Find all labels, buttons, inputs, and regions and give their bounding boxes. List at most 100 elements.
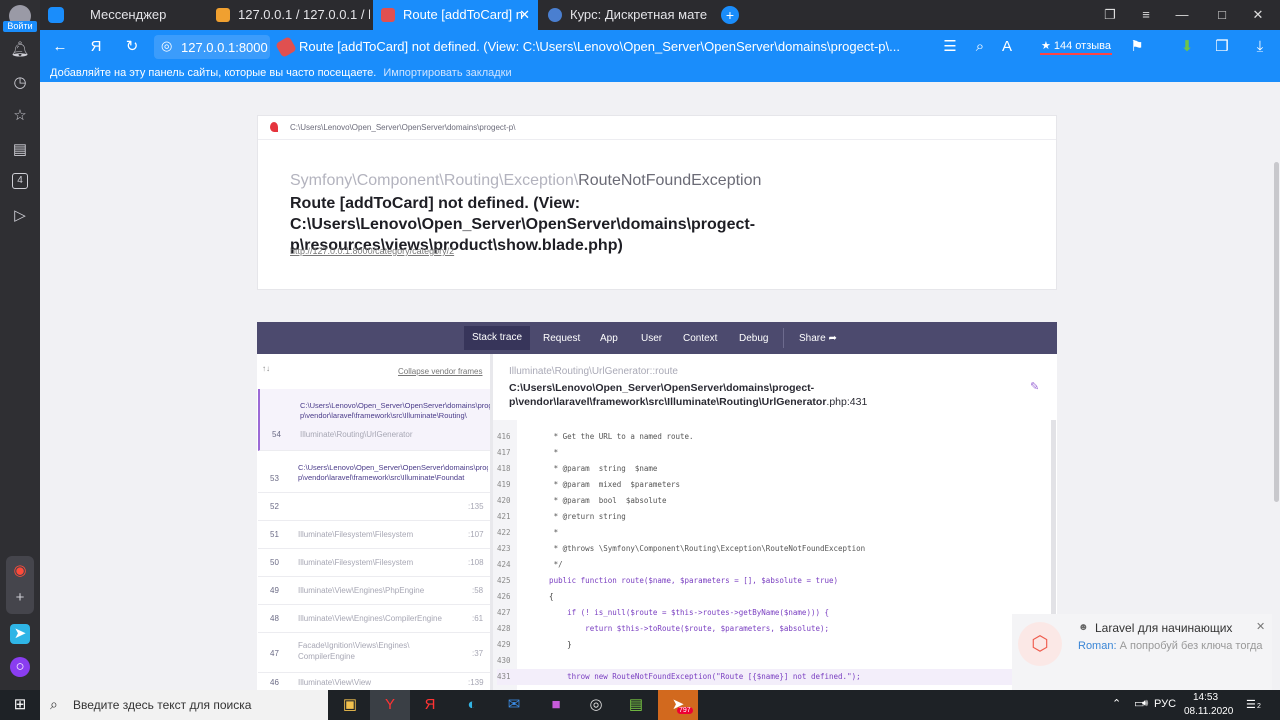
reload-icon[interactable]: ↻ [122,37,142,57]
frame-number: 52 [270,502,279,511]
stack-frame[interactable]: 51 Illuminate\Filesystem\Filesystem :107 [258,521,490,549]
page-title[interactable]: Route [addToCard] not defined. (View: C:… [299,39,919,54]
frame-file-ext: .php:431 [826,396,868,408]
download-manager-icon[interactable]: ⬇ [1177,37,1197,57]
browser-side-rail: Войти 🔔︎ ◷ ☆ ▤ 4 ▷ ◉ + ➤ ○ [0,0,40,690]
frame-number: 53 [270,474,279,483]
history-icon[interactable]: ◷ [10,73,30,93]
frame-number: 48 [270,614,279,623]
sort-arrows-icon[interactable]: ↑↓ [262,364,270,373]
tab-app[interactable]: App [600,329,618,353]
tab-course[interactable]: Курс: Дискретная матема [540,0,708,30]
share-icon: ➦ [828,333,837,344]
file-explorer-icon[interactable]: ▣ [330,690,370,720]
code-line-highlighted: 431 throw new RouteNotFoundException("Ro… [497,669,1049,685]
telegram-icon[interactable]: ➤ [658,690,698,720]
notepad-icon[interactable]: ▤ [616,690,656,720]
clock-date[interactable]: 08.11.2020 [1184,706,1233,717]
maximize-button[interactable]: □ [1204,0,1240,30]
messenger-icon[interactable] [48,7,64,23]
tab-request[interactable]: Request [543,329,580,353]
mail-icon[interactable]: ✉ [494,690,534,720]
stack-frame[interactable]: C:\Users\Lenovo\Open_Server\OpenServer\d… [258,451,490,493]
yandex-app-icon[interactable]: Я [410,690,450,720]
reader-icon[interactable]: ☰ [940,37,960,57]
group-icon: ☻ [1078,622,1089,633]
code-line: 422 * [497,525,1049,541]
openserver-icon[interactable]: ◎ [576,690,616,720]
ignition-icon [381,8,395,22]
maps-pin-icon[interactable]: ◉ [10,561,30,581]
action-center-icon[interactable]: ☰ [1246,698,1256,711]
stack-frame[interactable]: 48 Illuminate\View\Engines\CompilerEngin… [258,605,490,633]
tray-chevron-icon[interactable]: ⌃ [1112,697,1121,710]
collapse-vendor-frames[interactable]: Collapse vendor frames [398,367,482,376]
new-tab-button[interactable]: + [721,6,739,24]
bookmark-icon[interactable]: ⚑ [1127,37,1147,57]
code-text: } [531,640,572,649]
back-arrow-icon[interactable]: ← [50,37,70,57]
yandex-browser-icon[interactable]: Y [370,690,410,720]
page-scrollbar[interactable] [1272,82,1280,690]
search-icon[interactable]: ⌕ [970,37,990,57]
tab-user[interactable]: User [641,329,662,353]
line-number: 416 [497,432,511,441]
windows-start-icon[interactable]: ⊞ [0,690,40,720]
tab-stack-trace[interactable]: Stack trace [464,326,530,350]
play-icon[interactable]: ▷ [10,206,30,226]
browser-menu-icon[interactable]: ≡ [1128,0,1164,30]
add-app-icon[interactable]: + [10,588,30,608]
alice-icon[interactable]: ○ [10,657,30,677]
laravel-course-avatar: ⬡ [1018,622,1062,666]
send-app-icon[interactable]: ➤ [10,624,30,644]
code-text: */ [531,560,563,569]
code-line: 417 * [497,445,1049,461]
collections-icon[interactable]: ▤ [10,140,30,160]
volume-icon[interactable]: 🔊︎ [1142,698,1148,709]
stack-frame[interactable]: 47 Facade\Ignition\Views\Engines\ Compil… [258,633,490,673]
stack-frame-selected[interactable]: C:\Users\Lenovo\Open_Server\OpenServer\d… [258,389,490,451]
tabs-count-icon[interactable]: 4 [12,173,28,189]
phpstorm-icon[interactable]: ■ [536,690,576,720]
line-number: 422 [497,528,511,537]
stack-frame[interactable]: 46 Illuminate\View\View :139 [258,673,490,690]
minimize-button[interactable]: — [1164,0,1200,30]
frame-number: 49 [270,586,279,595]
bell-icon[interactable]: 🔔︎ [10,40,30,60]
url-field[interactable]: ◎ 127.0.0.1:8000 [154,35,270,59]
tab-messenger[interactable]: Мессенджер [70,0,208,30]
tab-debug[interactable]: Debug [739,329,768,353]
edit-pencil-icon[interactable]: ✎ [1030,380,1039,393]
clock-time[interactable]: 14:53 [1193,692,1218,703]
bookmarks-bar: Добавляйте на эту панель сайты, которые … [40,64,1280,82]
screenshot-icon[interactable]: ❒ [1212,37,1232,57]
share-button[interactable]: Share ➦ [799,329,837,353]
tab-route-error[interactable]: Route [addToCard] n ✕ [373,0,538,30]
phpmyadmin-icon [216,8,230,22]
error-url[interactable]: http://127.0.0.1:8000/category/category/… [290,246,454,256]
search-icon: ⌕ [50,696,58,712]
notification-close-icon[interactable]: ✕ [1256,620,1265,633]
reviews-badge[interactable]: ★ 144 отзыва [1040,37,1112,55]
tab-phpmyadmin[interactable]: 127.0.0.1 / 127.0.0.1 / larav [208,0,370,30]
tab-context[interactable]: Context [683,329,717,353]
language-indicator[interactable]: РУС [1154,698,1176,710]
edge-icon[interactable]: ◐ [452,690,492,720]
close-icon[interactable]: ✕ [519,0,530,30]
yandex-logo-icon[interactable]: Я [86,37,106,57]
import-bookmarks-link[interactable]: Импортировать закладки [383,67,511,79]
star-icon[interactable]: ☆ [10,106,30,126]
notification-toast[interactable]: ⬡ ☻ Laravel для начинающих ✕ Roman: А по… [1012,614,1272,690]
stack-frame[interactable]: 49 Illuminate\View\Engines\PhpEngine :58 [258,577,490,605]
tab-manager-icon[interactable]: ❐ [1092,0,1128,30]
line-number: 420 [497,496,511,505]
downloads-icon[interactable]: ⤓ [1250,37,1270,57]
stack-frame[interactable]: 50 Illuminate\Filesystem\Filesystem :108 [258,549,490,577]
taskbar-search[interactable]: ⌕ Введите здесь текст для поиска [40,690,328,720]
login-button[interactable]: Войти [3,21,37,32]
taskbar-search-placeholder: Введите здесь текст для поиска [73,698,252,712]
frame-number: 51 [270,530,279,539]
close-window-button[interactable]: ✕ [1240,0,1276,30]
stack-frame[interactable]: 52 :135 [258,493,490,521]
translate-icon[interactable]: A [997,37,1017,57]
